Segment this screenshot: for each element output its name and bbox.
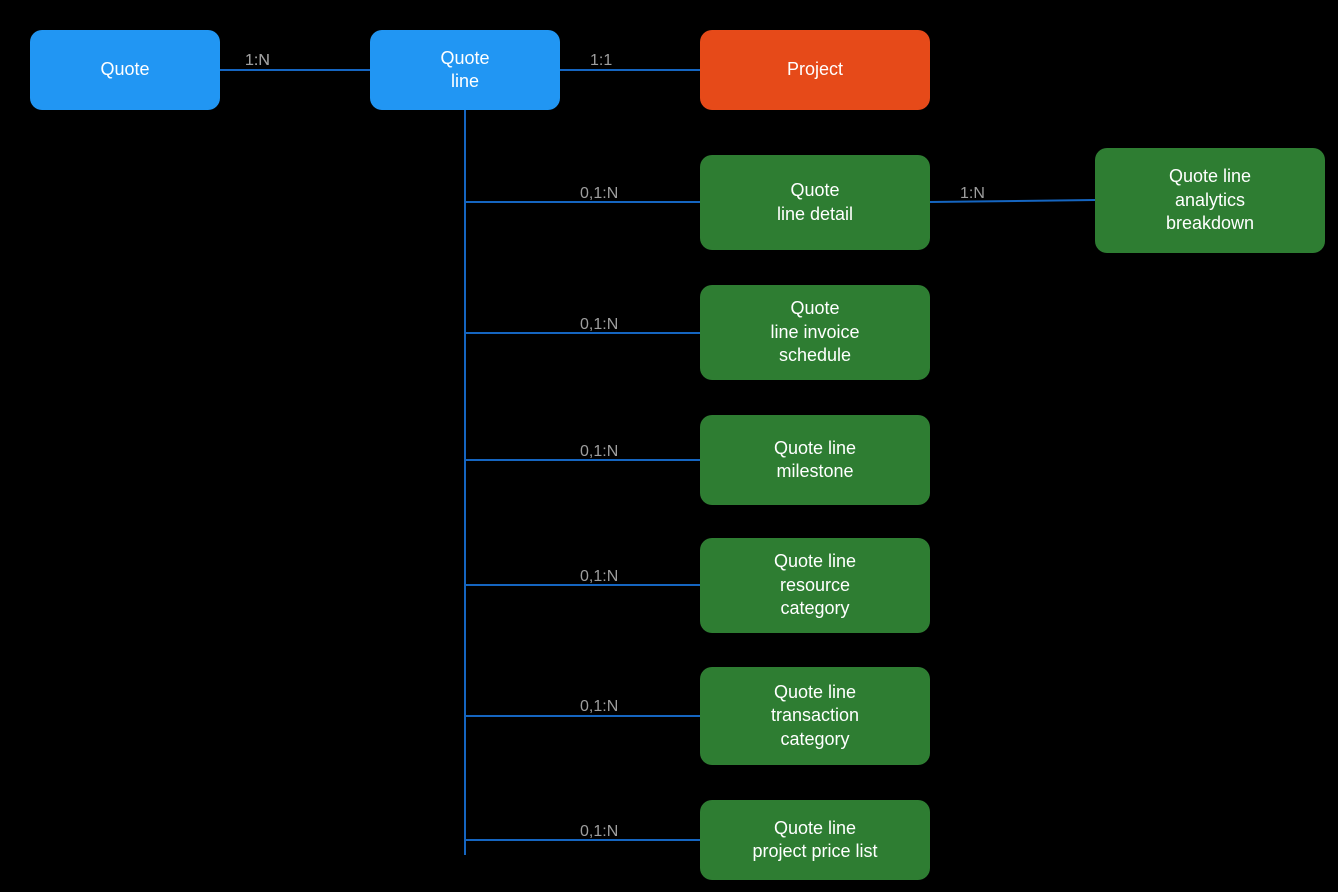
quote-line-resource-label: Quote lineresourcecategory <box>774 550 856 620</box>
quote-line-resource-node: Quote lineresourcecategory <box>700 538 930 633</box>
quote-line-detail-label: Quoteline detail <box>777 179 853 226</box>
quote-line-analytics-node: Quote lineanalyticsbreakdown <box>1095 148 1325 253</box>
quote-line-price-label: Quote lineproject price list <box>752 817 877 864</box>
rel-detail-analytics: 1:N <box>960 185 985 203</box>
rel-ql-transaction: 0,1:N <box>580 698 618 716</box>
quote-line-detail-node: Quoteline detail <box>700 155 930 250</box>
quote-line-analytics-label: Quote lineanalyticsbreakdown <box>1166 165 1254 235</box>
rel-quoteline-to-project: 1:1 <box>590 52 612 70</box>
quote-line-milestone-node: Quote linemilestone <box>700 415 930 505</box>
rel-q-ql: 1:N <box>245 52 270 70</box>
diagram-container: 1:N 1:N 1:1 0,1:N 0,1:N 0,1:N 0,1:N 0,1:… <box>0 0 1338 892</box>
quote-line-label: Quoteline <box>440 47 489 94</box>
quote-node: Quote <box>30 30 220 110</box>
project-node: Project <box>700 30 930 110</box>
quote-label: Quote <box>100 58 149 81</box>
rel-ql-resource: 0,1:N <box>580 568 618 586</box>
connector-lines <box>0 0 1338 892</box>
quote-line-invoice-node: Quoteline invoiceschedule <box>700 285 930 380</box>
quote-line-transaction-node: Quote linetransactioncategory <box>700 667 930 765</box>
quote-line-node: Quoteline <box>370 30 560 110</box>
quote-line-milestone-label: Quote linemilestone <box>774 437 856 484</box>
rel-ql-detail: 0,1:N <box>580 185 618 203</box>
rel-ql-price: 0,1:N <box>580 823 618 841</box>
project-label: Project <box>787 58 843 81</box>
quote-line-invoice-label: Quoteline invoiceschedule <box>770 297 859 367</box>
rel-ql-milestone: 0,1:N <box>580 443 618 461</box>
quote-line-price-node: Quote lineproject price list <box>700 800 930 880</box>
quote-line-transaction-label: Quote linetransactioncategory <box>771 681 859 751</box>
rel-ql-invoice: 0,1:N <box>580 316 618 334</box>
